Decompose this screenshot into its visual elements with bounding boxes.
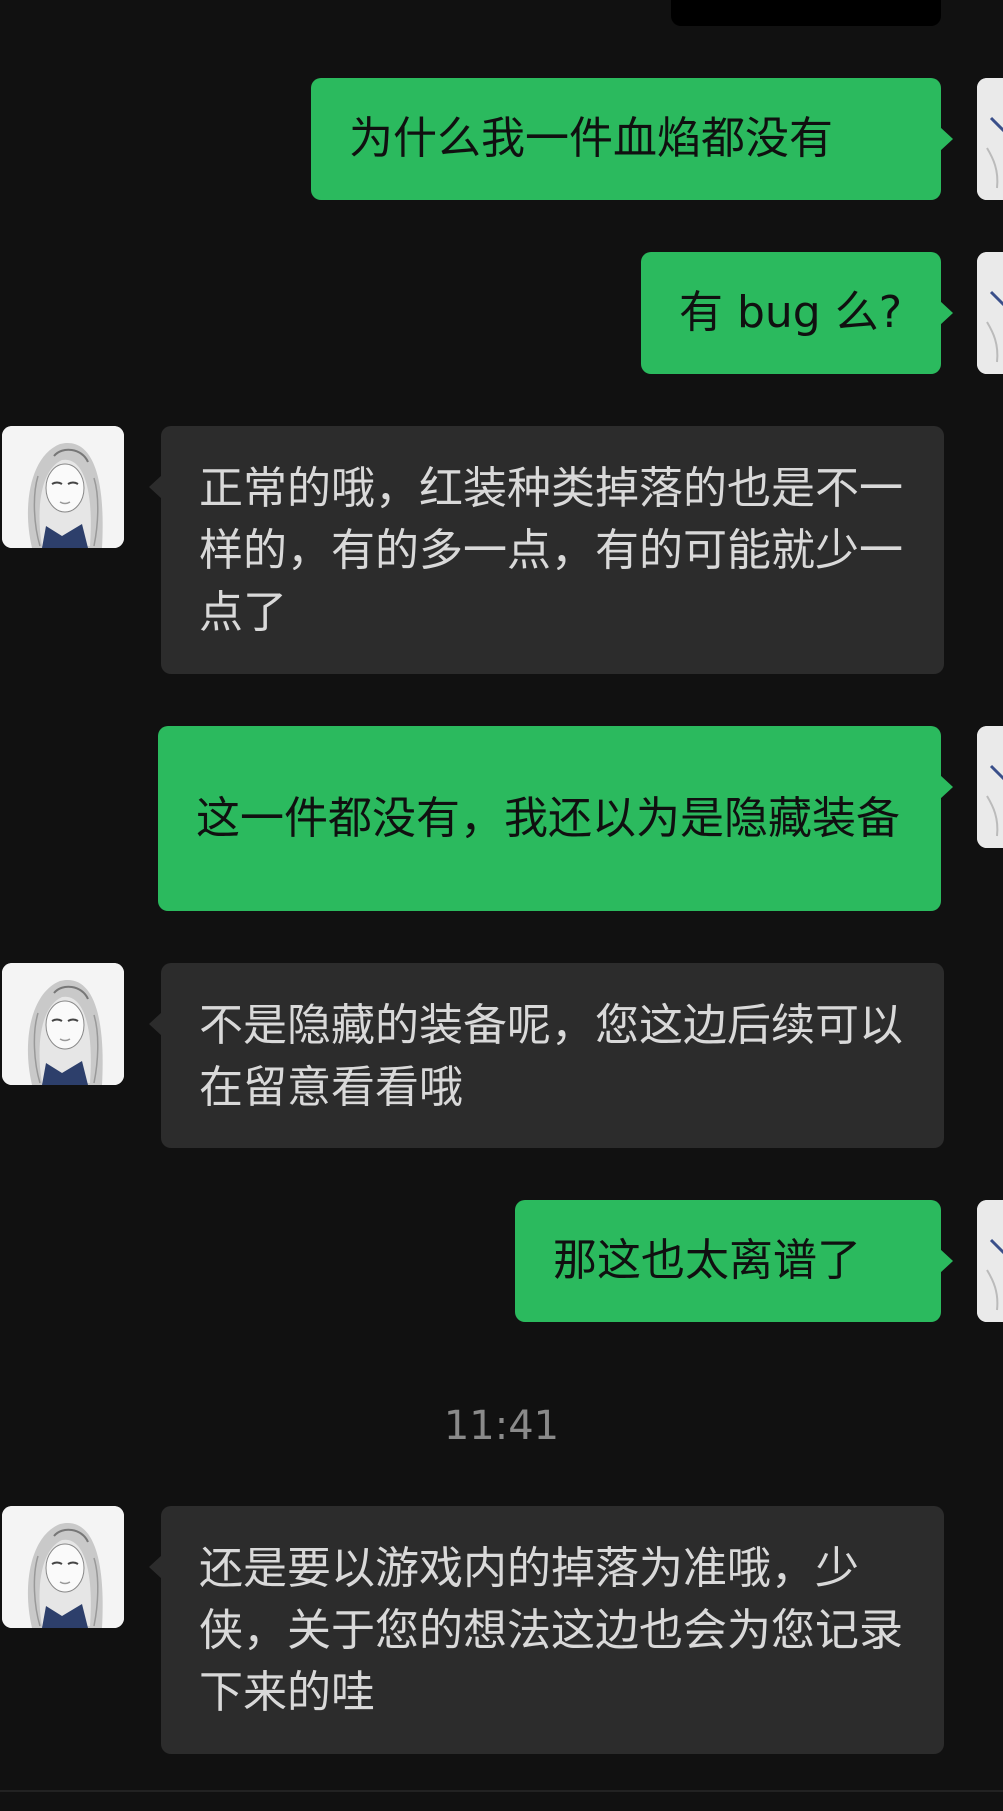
message-bubble-incoming[interactable]: 正常的哦，红装种类掉落的也是不一样的，有的多一点，有的可能就少一点了 [149,426,944,674]
timestamp: 11:41 [443,1403,560,1449]
avatar-image [977,252,1003,374]
bubble-tail [149,475,162,499]
bubble-tail [940,775,953,799]
avatar-image [2,426,124,548]
avatar-image [977,726,1003,848]
user-avatar-icon[interactable] [977,726,1003,848]
avatar-image [977,1200,1003,1322]
message-bubble-outgoing[interactable]: 那这也太离谱了 [515,1200,953,1322]
message-bubble-outgoing[interactable]: 有 bug 么? [641,252,953,374]
message-text: 为什么我一件血焰都没有 [349,113,833,164]
previous-message-bubble[interactable] [671,0,941,26]
message-bubble-incoming[interactable]: 还是要以游戏内的掉落为准哦，少侠，关于您的想法这边也会为您记录下来的哇 [149,1506,944,1754]
avatar-image [977,78,1003,200]
user-avatar-icon[interactable] [977,1200,1003,1322]
message-bubble-incoming[interactable]: 不是隐藏的装备呢，您这边后续可以在留意看看哦 [149,963,944,1148]
anime-character-avatar-icon[interactable] [2,963,124,1085]
message-text: 正常的哦，红装种类掉落的也是不一样的，有的多一点，有的可能就少一点了 [199,463,903,638]
message-text: 还是要以游戏内的掉落为准哦，少侠，关于您的想法这边也会为您记录下来的哇 [199,1543,903,1718]
bubble-tail [149,1012,162,1036]
chat-view[interactable]: 为什么我一件血焰都没有 有 bug 么? 正常的哦，红装种类掉落的也是不一样的，… [0,0,1003,1811]
bubble-tail [149,1555,162,1579]
message-bubble-outgoing[interactable]: 这一件都没有，我还以为是隐藏装备 [158,726,953,911]
avatar-image [2,1506,124,1628]
message-text: 那这也太离谱了 [553,1235,861,1286]
user-avatar-icon[interactable] [977,252,1003,374]
avatar-image [2,963,124,1085]
message-bubble-outgoing[interactable]: 为什么我一件血焰都没有 [311,78,953,200]
user-avatar-icon[interactable] [977,78,1003,200]
bubble-tail [940,127,953,151]
bubble-tail [940,1249,953,1273]
bubble-tail [940,301,953,325]
anime-character-avatar-icon[interactable] [2,1506,124,1628]
anime-character-avatar-icon[interactable] [2,426,124,548]
message-text: 这一件都没有，我还以为是隐藏装备 [196,792,900,844]
message-text: 有 bug 么? [679,287,903,338]
message-text: 不是隐藏的装备呢，您这边后续可以在留意看看哦 [199,1000,903,1113]
input-bar-divider [0,1790,1003,1792]
